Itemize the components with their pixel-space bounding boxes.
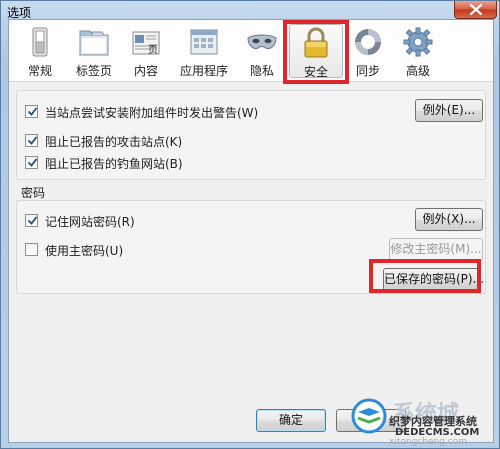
close-icon [470,4,482,15]
mask-icon [247,34,277,49]
security-section: 当站点尝试安装附加组件时发出警告(W) 例外(E)... 阻止已报告的攻击站点(… [16,90,486,180]
gear-icon [403,27,433,57]
dialog-client: 常规 标签页 页 内容 应用程序 隐私 安全 同步 高级 当站点尝试安装附加组件… [8,19,494,443]
watermark-logo-icon [351,398,387,434]
block-attack-label: 阻止已报告的攻击站点(K) [45,135,183,149]
warn-addons-checkbox[interactable] [25,105,38,118]
master-password-row[interactable]: 使用主密码(U) [25,241,325,259]
tab-sync[interactable]: 同步 [347,24,389,78]
tab-advanced[interactable]: 高级 [397,24,439,78]
tab-applications-label: 应用程序 [179,64,228,78]
security-tab-highlight [283,20,349,84]
checkmark-icon [27,158,38,167]
tab-tabs[interactable]: 标签页 [67,24,121,78]
svg-text:页: 页 [148,44,158,56]
close-button[interactable] [454,1,497,19]
tab-privacy-label: 隐私 [249,64,274,78]
tab-content[interactable]: 页 内容 [125,24,167,78]
exceptions-button-passwords[interactable]: 例外(X)... [415,208,483,231]
tab-tabs-label: 标签页 [75,64,112,78]
content-page-icon: 页 [132,31,160,56]
warn-addons-row[interactable]: 当站点尝试安装附加组件时发出警告(W) [25,103,325,121]
tab-privacy[interactable]: 隐私 [241,24,283,78]
checkmark-icon [27,216,38,225]
tab-general-label: 常规 [27,64,52,78]
switch-icon [32,27,48,57]
remember-passwords-label: 记住网站密码(R) [45,215,135,229]
change-master-password-button[interactable]: 修改主密码(M)... [389,238,483,261]
master-password-checkbox[interactable] [25,243,38,256]
block-forgery-label: 阻止已报告的钓鱼网站(B) [45,157,183,171]
block-forgery-row[interactable]: 阻止已报告的钓鱼网站(B) [25,154,325,172]
warn-addons-label: 当站点尝试安装附加组件时发出警告(W) [45,106,259,120]
block-attack-checkbox[interactable] [25,134,38,147]
tab-general[interactable]: 常规 [19,24,61,78]
passwords-group-label: 密码 [21,186,46,200]
tab-applications[interactable]: 应用程序 [173,24,235,78]
block-attack-row[interactable]: 阻止已报告的攻击站点(K) [25,132,325,150]
remember-passwords-row[interactable]: 记住网站密码(R) [25,212,325,230]
tab-content-label: 内容 [133,64,158,78]
checkmark-icon [27,107,38,116]
tabs-icon [79,30,109,56]
ok-button[interactable]: 确定 [256,409,326,432]
tab-advanced-label: 高级 [405,64,430,78]
sync-icon [355,29,381,55]
block-forgery-checkbox[interactable] [25,156,38,169]
exceptions-button-addons[interactable]: 例外(E)... [415,99,483,122]
saved-passwords-highlight [369,259,481,293]
watermark: 系统城 织梦内容管理系统 DEDECMS.COM xitongcheng.com [349,396,499,448]
tab-sync-label: 同步 [355,64,380,78]
master-password-label: 使用主密码(U) [45,244,124,258]
application-icon [190,29,218,55]
options-window: 选项 常规 标签页 页 内容 应用程序 隐私 安全 同步 高级 当站点尝试安装附… [0,0,500,449]
options-toolbar: 常规 标签页 页 内容 应用程序 隐私 安全 同步 高级 [9,20,493,82]
watermark-site: xitongcheng.com [389,437,467,447]
checkmark-icon [27,136,38,145]
remember-passwords-checkbox[interactable] [25,214,38,227]
